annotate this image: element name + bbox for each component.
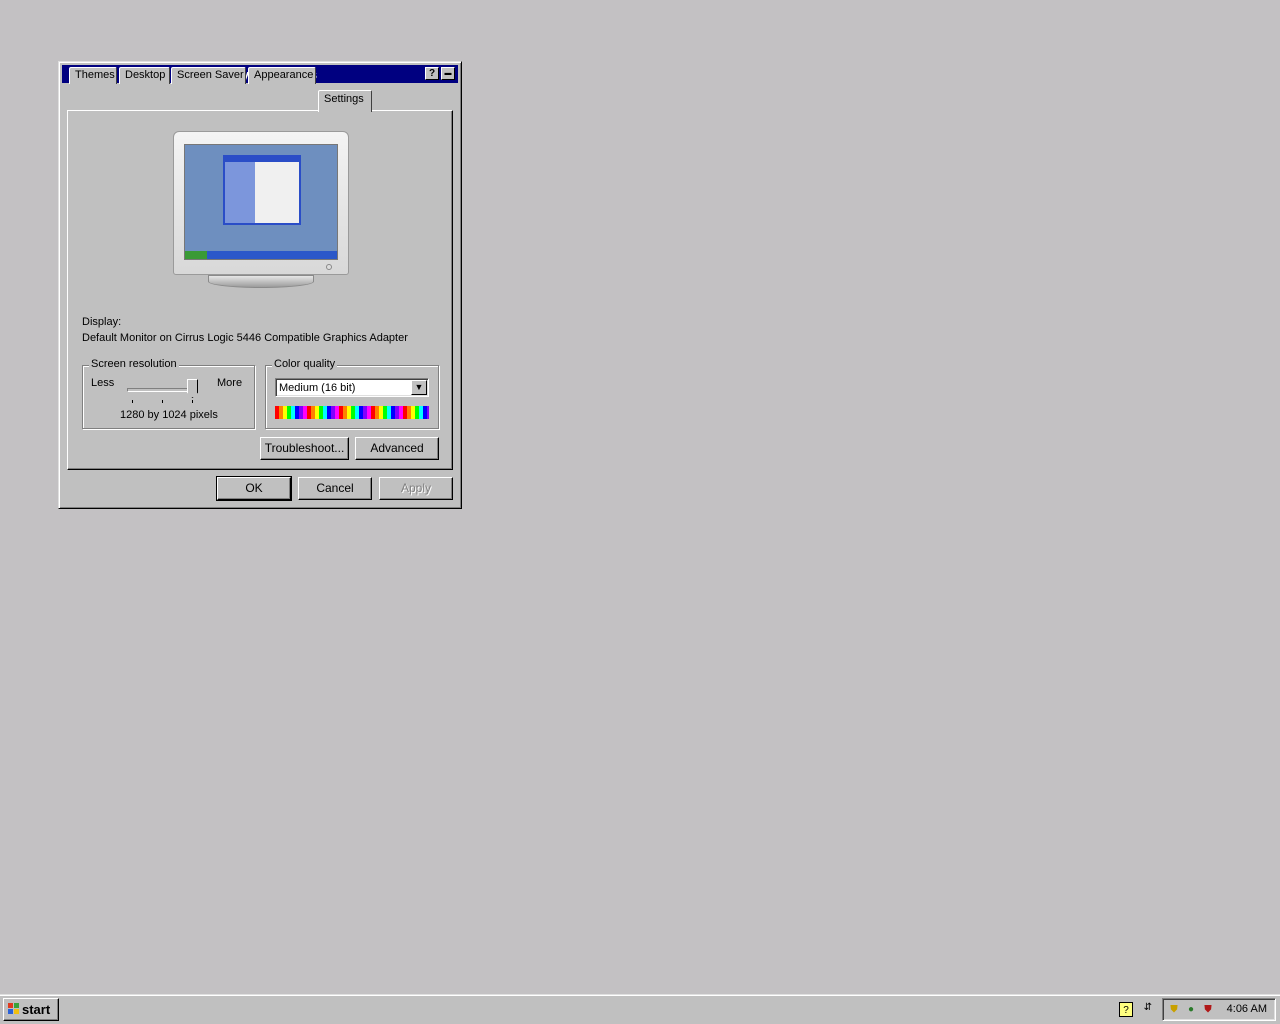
tab-themes[interactable]: Themes [69,67,117,84]
display-properties-dialog: Display Properties ? ▬ Themes Desktop Sc… [58,61,462,509]
screen-resolution-group: Screen resolution Less More 1280 by 1024… [82,358,255,429]
windows-logo-icon [8,1003,19,1014]
tab-settings[interactable]: Settings [318,90,372,112]
monitor-stand [208,275,314,288]
resolution-value: 1280 by 1024 pixels [120,409,218,421]
screen-resolution-title: Screen resolution [89,358,179,370]
color-quality-value: Medium (16 bit) [279,382,356,394]
taskbar: start ? ⇵ ⛊ ● ⛊ 4:06 AM [0,994,1280,1024]
monitor-preview-image [173,131,349,288]
apply-button[interactable]: Apply [379,477,453,500]
dropdown-arrow-icon[interactable]: ▼ [411,380,427,395]
clock[interactable]: 4:06 AM [1227,1003,1267,1015]
slider-more-label: More [217,377,243,389]
color-quality-group: Color quality Medium (16 bit) ▼ [265,358,439,429]
tab-appearance[interactable]: Appearance [248,67,316,84]
display-device-name: Default Monitor on Cirrus Logic 5446 Com… [82,332,408,344]
help-button[interactable]: ? [425,67,439,80]
firewall-shield-icon[interactable]: ⛊ [1201,1002,1215,1017]
display-label: Display: [82,316,122,328]
resolution-slider-track[interactable] [127,388,197,392]
network-icon[interactable]: ⇵ [1141,1000,1155,1015]
start-label: start [22,1002,51,1017]
system-tray: ⛊ ● ⛊ 4:06 AM [1162,998,1276,1021]
tab-desktop[interactable]: Desktop [119,67,170,84]
advanced-button[interactable]: Advanced [355,437,439,460]
color-quality-select[interactable]: Medium (16 bit) ▼ [275,378,429,397]
slider-tick [132,400,133,403]
antivirus-icon[interactable]: ● [1184,1002,1198,1017]
cancel-button[interactable]: Cancel [298,477,372,500]
tab-screen-saver[interactable]: Screen Saver [171,67,246,84]
troubleshoot-button[interactable]: Troubleshoot... [260,437,349,460]
ok-button[interactable]: OK [216,476,292,501]
preview-window [223,155,301,225]
minimize-button[interactable]: ▬ [441,67,455,80]
color-spectrum-bar [275,406,429,419]
slider-tick [162,400,163,403]
slider-less-label: Less [91,377,115,389]
power-button-icon [326,264,332,270]
monitor-screen [184,144,338,260]
resolution-slider-thumb[interactable] [187,379,198,398]
color-quality-title: Color quality [272,358,338,370]
slider-tick [192,400,193,403]
security-shield-icon[interactable]: ⛊ [1167,1002,1181,1017]
help-icon[interactable]: ? [1119,1002,1133,1017]
settings-panel: Display: Default Monitor on Cirrus Logic… [67,110,453,470]
start-button[interactable]: start [3,998,59,1021]
